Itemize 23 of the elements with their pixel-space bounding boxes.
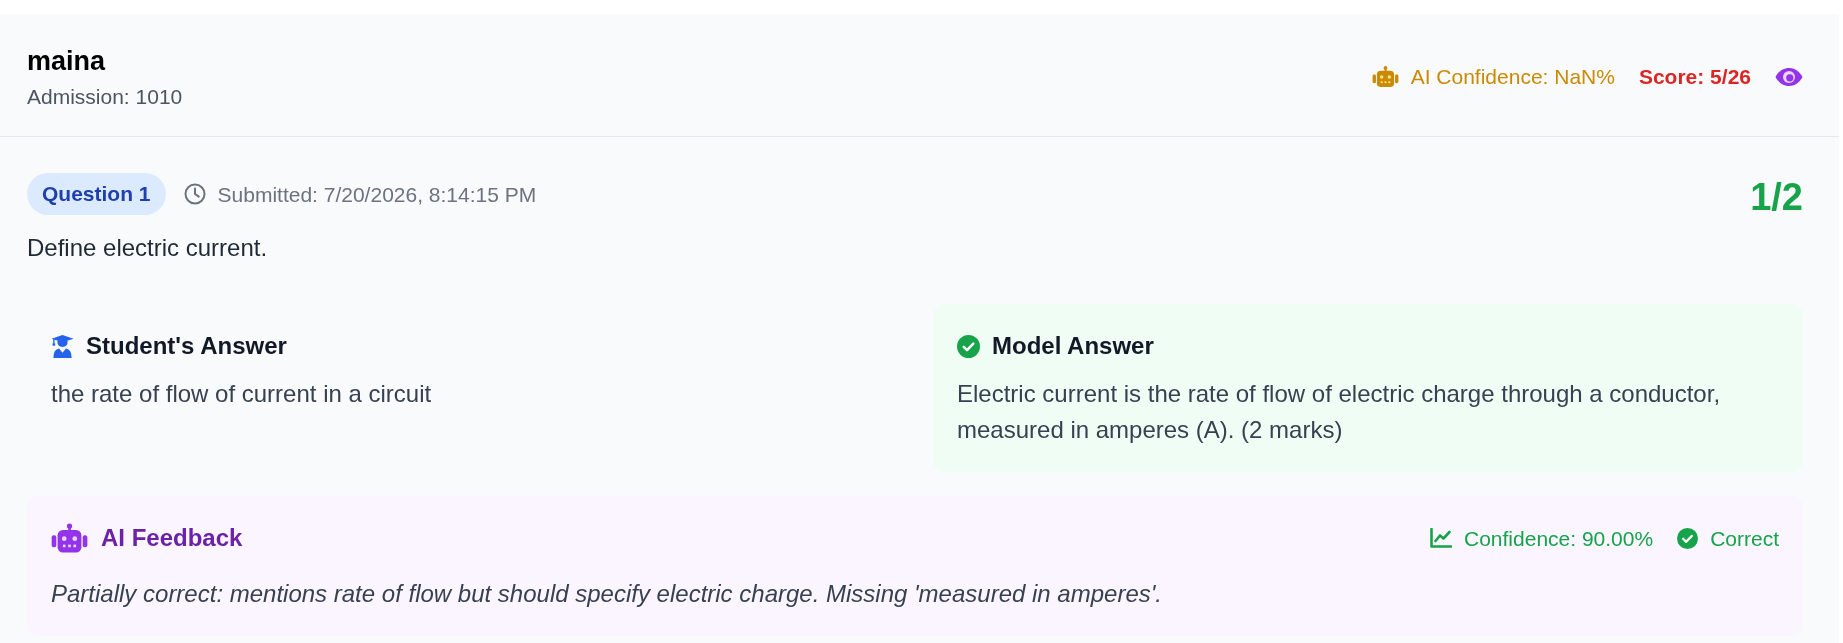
answer-text: Electric current is the rate of flow of electric charge through a conductor, measured in amperes (A). (2 marks)	[957, 379, 1722, 445]
feedback-confidence: Confidence: 90.00%	[1464, 525, 1654, 552]
ai-confidence-label: AI Confidence: NaN%	[1410, 64, 1615, 90]
admission-number: Admission: 1010	[27, 84, 183, 110]
check-circle-icon	[957, 334, 980, 358]
verdict-label: Correct	[1710, 525, 1779, 552]
question-text: Define electric current.	[27, 233, 269, 263]
question-badge: Question 1	[27, 173, 166, 215]
student-name: maina	[27, 45, 106, 78]
answer-title: Model Answer	[992, 331, 1154, 361]
score-label: Score: 5/26	[1638, 64, 1751, 90]
answer-text: the rate of flow of current in a circuit	[51, 379, 433, 409]
feedback-title: AI Feedback	[101, 523, 243, 553]
eye-icon[interactable]	[1775, 66, 1803, 87]
graduate-icon	[51, 334, 74, 358]
submitted-time: Submitted: 7/20/2026, 8:14:15 PM	[217, 181, 537, 208]
robot-icon	[51, 523, 88, 553]
robot-icon	[1371, 66, 1399, 87]
question-marks: 1/2	[1750, 175, 1803, 220]
feedback-text: Partially correct: mentions rate of flow but should specify electric charge. Missing 'measured in amperes'.	[51, 579, 1163, 609]
answer-title: Student's Answer	[86, 331, 287, 361]
line-chart-icon	[1430, 528, 1452, 548]
clock-icon	[183, 183, 206, 205]
